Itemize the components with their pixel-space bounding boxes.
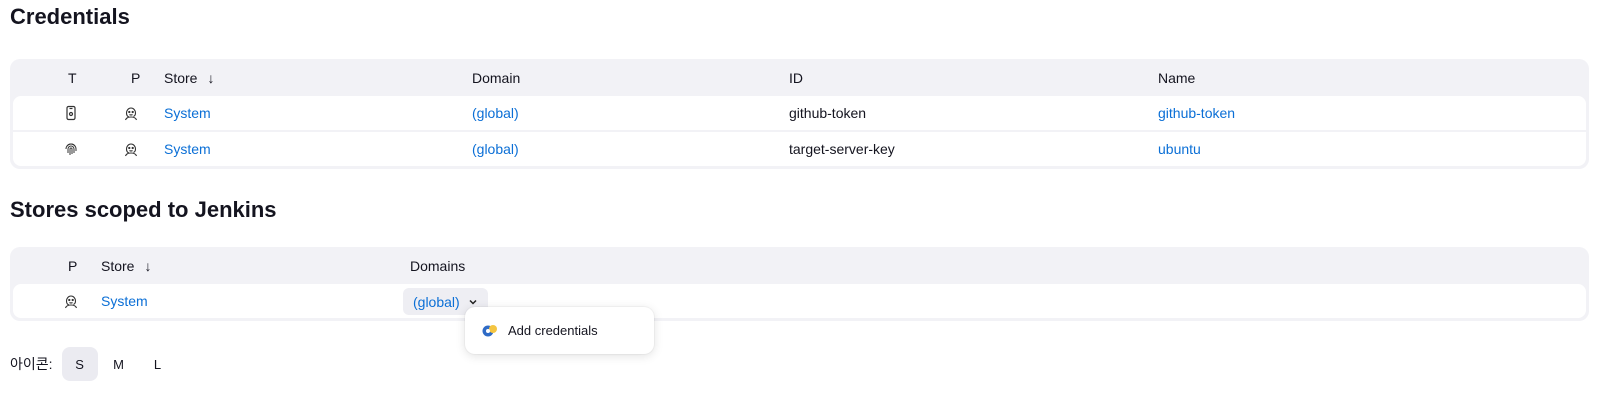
credentials-table: T P Store ↓ Domain ID Name System (global… xyxy=(10,59,1589,169)
sort-arrow-icon: ↓ xyxy=(144,258,152,274)
header-domains[interactable]: Domains xyxy=(410,258,465,274)
credentials-title: Credentials xyxy=(10,4,130,29)
header-store[interactable]: Store ↓ xyxy=(164,70,214,86)
domain-link[interactable]: (global) xyxy=(472,141,519,157)
key-icon xyxy=(482,324,497,336)
domain-link[interactable]: (global) xyxy=(413,294,460,310)
store-link[interactable]: System xyxy=(164,141,211,157)
table-row: System (global) target-server-key ubuntu xyxy=(13,132,1586,166)
chevron-down-icon xyxy=(469,299,477,305)
header-provider[interactable]: P xyxy=(68,258,77,274)
icon-size-m[interactable]: M xyxy=(101,347,137,381)
domain-link[interactable]: (global) xyxy=(472,105,519,121)
icon-size-label: 아이콘: xyxy=(10,356,53,372)
credential-name-link[interactable]: github-token xyxy=(1158,105,1235,121)
store-link[interactable]: System xyxy=(164,105,211,121)
sort-arrow-icon: ↓ xyxy=(207,70,215,86)
add-credentials-item[interactable]: Add credentials xyxy=(508,323,598,338)
jenkins-head-icon xyxy=(123,141,139,157)
header-id[interactable]: ID xyxy=(789,70,803,86)
fingerprint-icon xyxy=(63,141,79,157)
credential-id: target-server-key xyxy=(789,141,895,157)
header-provider[interactable]: P xyxy=(131,70,140,86)
icon-size-s[interactable]: S xyxy=(61,347,98,381)
icon-size-selector: 아이콘: S M L xyxy=(10,347,176,381)
header-type[interactable]: T xyxy=(68,70,77,86)
table-row: System (global) github-token github-toke… xyxy=(13,96,1586,130)
header-store[interactable]: Store ↓ xyxy=(101,258,151,274)
header-name[interactable]: Name xyxy=(1158,70,1195,86)
icon-size-l[interactable]: L xyxy=(140,347,176,381)
header-domain[interactable]: Domain xyxy=(472,70,520,86)
credential-name-link[interactable]: ubuntu xyxy=(1158,141,1201,157)
store-link[interactable]: System xyxy=(101,293,148,309)
credential-id: github-token xyxy=(789,105,867,121)
mobile-key-icon xyxy=(63,105,79,121)
table-row: System (global) xyxy=(13,284,1586,318)
jenkins-head-icon xyxy=(63,293,79,309)
stores-table: P Store ↓ Domains System (global) xyxy=(10,247,1589,321)
table-header: T P Store ↓ Domain ID Name xyxy=(13,59,1586,96)
dropdown-menu: Add credentials xyxy=(465,307,654,354)
table-header: P Store ↓ Domains xyxy=(13,247,1586,284)
stores-title: Stores scoped to Jenkins xyxy=(10,197,277,222)
jenkins-head-icon xyxy=(123,105,139,121)
